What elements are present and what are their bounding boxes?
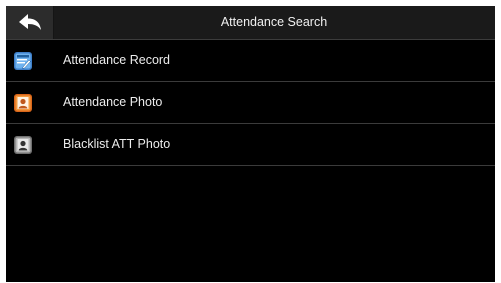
title-bar: Attendance Search [6,6,495,40]
menu-item-label: Attendance Photo [63,95,163,109]
back-arrow-icon [18,13,41,30]
attendance-photo-icon [14,94,32,112]
menu-item-attendance-photo[interactable]: Attendance Photo [6,82,495,124]
menu-item-blacklist-att-photo[interactable]: Blacklist ATT Photo [6,124,495,166]
page-title: Attendance Search [220,15,328,29]
menu-list: Attendance Record Attendance Photo Black… [6,40,495,166]
attendance-record-icon [14,52,32,70]
blacklist-photo-icon [14,136,32,154]
menu-item-label: Attendance Record [63,53,171,67]
menu-item-attendance-record[interactable]: Attendance Record [6,40,495,82]
device-screen: Attendance Search Attendance Record Atte… [6,6,495,282]
back-button[interactable] [6,6,54,39]
menu-item-label: Blacklist ATT Photo [63,137,171,151]
